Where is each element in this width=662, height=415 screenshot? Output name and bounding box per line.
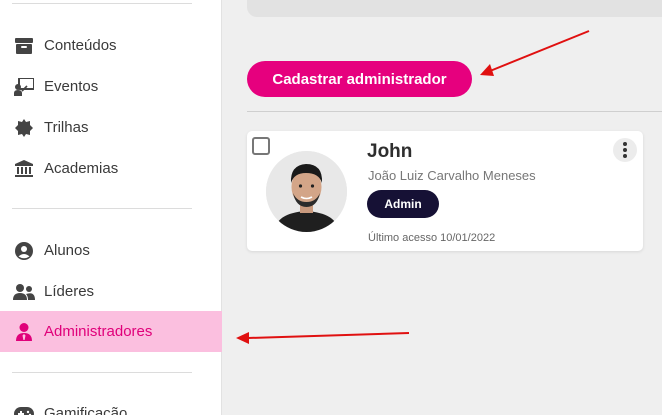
badge-icon — [13, 117, 35, 139]
add-admin-button[interactable]: Cadastrar administrador — [247, 61, 472, 97]
sidebar-divider — [12, 3, 192, 4]
archive-icon — [13, 35, 35, 57]
sidebar-divider — [12, 208, 192, 209]
role-badge: Admin — [367, 190, 439, 218]
sidebar-item-gamificacao[interactable]: Gamificação — [0, 393, 222, 415]
main-content: Cadastrar administrador John João Luiz C… — [222, 0, 662, 415]
sidebar-item-label: Gamificação — [44, 405, 128, 415]
presentation-icon — [13, 76, 35, 98]
sidebar-item-label: Conteúdos — [44, 37, 117, 54]
sidebar-item-label: Eventos — [44, 78, 99, 95]
last-access-text: Último acesso 10/01/2022 — [368, 232, 496, 244]
sidebar-item-academias[interactable]: Academias — [0, 148, 222, 189]
sidebar-item-label: Administradores — [44, 323, 153, 340]
institution-icon — [13, 158, 35, 180]
sidebar-item-label: Líderes — [44, 283, 95, 300]
gamepad-icon — [13, 403, 35, 415]
sidebar-item-eventos[interactable]: Eventos — [0, 66, 222, 107]
sidebar-item-trilhas[interactable]: Trilhas — [0, 107, 222, 148]
sidebar: Conteúdos Eventos Trilhas Academias Alun… — [0, 0, 222, 415]
sidebar-item-label: Trilhas — [44, 119, 89, 136]
more-options-icon[interactable] — [613, 138, 637, 162]
sidebar-item-conteudos[interactable]: Conteúdos — [0, 25, 222, 66]
sidebar-item-administradores[interactable]: Administradores — [0, 311, 222, 352]
sidebar-item-lideres[interactable]: Líderes — [0, 271, 222, 312]
select-checkbox[interactable] — [252, 137, 270, 155]
users-icon — [13, 281, 35, 303]
sidebar-divider — [12, 372, 192, 373]
admin-card: John João Luiz Carvalho Meneses Admin Úl… — [247, 131, 643, 251]
admin-full-name: João Luiz Carvalho Meneses — [368, 168, 536, 183]
sidebar-item-alunos[interactable]: Alunos — [0, 230, 222, 271]
user-tie-icon — [13, 321, 35, 343]
user-circle-icon — [13, 240, 35, 262]
top-panel — [247, 0, 662, 17]
avatar — [266, 151, 347, 232]
admin-name: John — [367, 141, 413, 162]
section-divider — [247, 111, 662, 112]
sidebar-item-label: Alunos — [44, 242, 90, 259]
sidebar-item-label: Academias — [44, 160, 119, 177]
